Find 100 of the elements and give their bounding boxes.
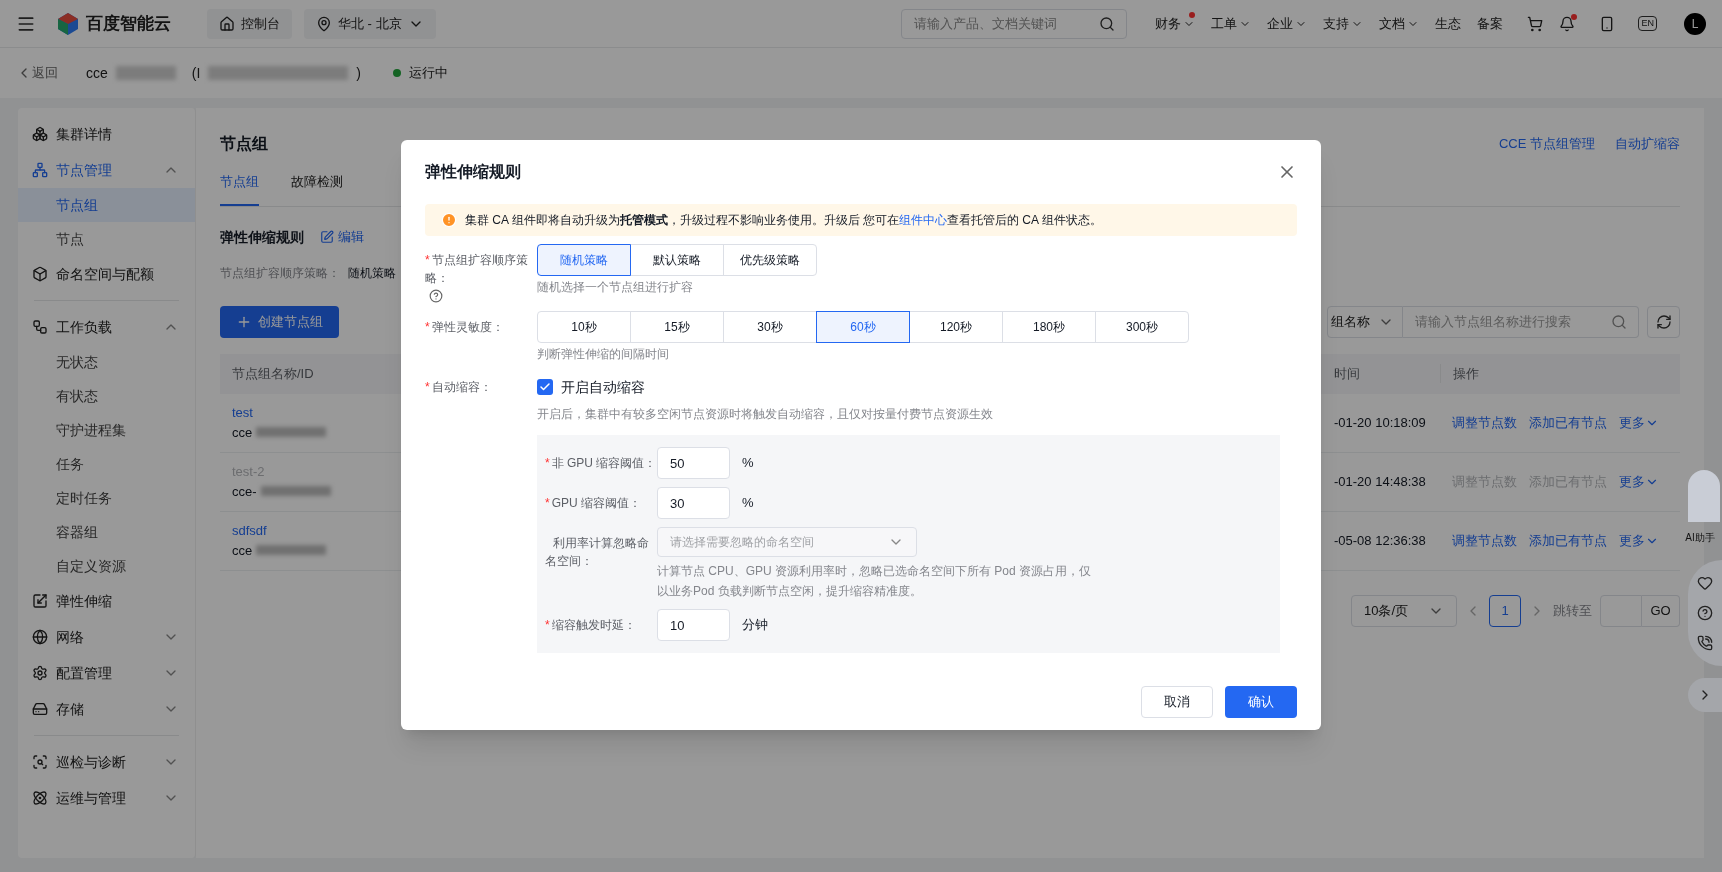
sidebar-item[interactable]: 网络 [18, 619, 195, 655]
tab[interactable]: 故障检测 [291, 172, 343, 206]
nav-menu[interactable]: 工单 [1211, 13, 1252, 34]
more-link[interactable]: 更多 [1619, 530, 1659, 551]
sidebar-item[interactable]: 配置管理 [18, 655, 195, 691]
sidebar-subitem[interactable]: 任务 [18, 447, 195, 481]
table-cell-text: -01-20 10:18:09 [1333, 413, 1427, 432]
redacted-block [260, 486, 331, 497]
header-link[interactable]: CCE 节点组管理 [1498, 134, 1595, 154]
logo-icon [56, 11, 80, 36]
cart-icon[interactable] [1527, 15, 1544, 32]
confirm-button[interactable]: 确认 [1225, 686, 1297, 718]
nav-menu[interactable]: 文档 [1379, 13, 1420, 34]
field-label: * 节点组扩容顺序策略： [425, 252, 529, 287]
bell-icon[interactable] [1559, 15, 1576, 32]
language-button[interactable]: EN [1639, 17, 1656, 30]
field-label: * 弹性灵敏度： [425, 319, 504, 336]
segment-option[interactable]: 180秒 [1002, 311, 1096, 343]
user-avatar[interactable]: L [1684, 12, 1706, 35]
sidebar-item[interactable]: 集群详情 [18, 116, 195, 152]
jump-label: 跳转至 [1553, 601, 1592, 620]
checkmark-icon [539, 381, 551, 393]
menu-item-icon [32, 701, 48, 717]
sidebar-subitem[interactable]: 容器组 [18, 515, 195, 549]
number-input[interactable]: 50 [657, 447, 730, 479]
region-select[interactable]: 华北 - 北京 [304, 8, 436, 39]
search-icon[interactable] [1611, 313, 1627, 330]
sidebar-subitem[interactable]: 定时任务 [18, 481, 195, 515]
sidebar-item[interactable]: 命名空间与配额 [18, 256, 195, 292]
sidebar-item[interactable]: 存储 [18, 691, 195, 727]
cluster-id-close: ) [356, 63, 362, 83]
sidebar-subitem[interactable]: 节点 [18, 222, 195, 256]
sidebar-item[interactable]: 巡检与诊断 [18, 744, 195, 780]
nav-menu[interactable]: 财务 [1155, 13, 1196, 34]
refresh-icon [1655, 313, 1672, 330]
segment-option[interactable]: 10秒 [537, 311, 631, 343]
nav-menu[interactable]: 支持 [1323, 13, 1364, 34]
segment-option[interactable]: 300秒 [1095, 311, 1189, 343]
field-hint: 计算节点 CPU、GPU 资源利用率时，忽略已选命名空间下所有 Pod 资源占用，仅以业务Pod 负载判断节点空闲，提升缩容精准度。 [657, 563, 1093, 600]
field-hint: 开启后，集群中有较多空闲节点资源时将触发自动缩容，且仅对按量付费节点资源生效 [537, 406, 993, 423]
segment-option[interactable]: 默认策略 [630, 244, 724, 276]
node-group-link[interactable]: test [232, 403, 383, 423]
help-icon[interactable] [1697, 605, 1713, 621]
help-icon[interactable] [429, 289, 443, 303]
node-group-id: cce [232, 423, 253, 442]
nav-menu[interactable]: 企业 [1267, 13, 1308, 34]
segment-option[interactable]: 15秒 [630, 311, 724, 343]
sidebar-item[interactable]: 节点管理 [18, 152, 195, 188]
node-group-link[interactable]: sdfsdf [232, 521, 383, 541]
field-hint: 判断弹性伸缩的间隔时间 [537, 346, 670, 363]
phone-icon[interactable] [1697, 635, 1713, 651]
nav-menu[interactable]: 备案 [1477, 13, 1504, 34]
field-label: * 自动缩容： [425, 379, 492, 396]
sidebar-item[interactable]: 工作负载 [18, 309, 195, 345]
cancel-button[interactable]: 取消 [1141, 686, 1213, 718]
refresh-button[interactable] [1647, 305, 1680, 338]
heart-icon[interactable] [1697, 575, 1713, 591]
checkbox-label: 开启自动缩容 [561, 377, 645, 397]
warning-icon [441, 212, 457, 228]
sidebar-subitem[interactable]: 无状态 [18, 345, 195, 379]
unit-label: % [742, 454, 754, 473]
sidebar-subitem[interactable]: 节点组 [18, 188, 195, 222]
more-link[interactable]: 更多 [1619, 412, 1659, 433]
number-input[interactable]: 30 [657, 487, 730, 519]
tab[interactable]: 节点组 [220, 172, 259, 206]
search-icon[interactable] [1099, 15, 1116, 32]
search-field[interactable]: 请输入产品、文档关键词 [901, 8, 1128, 39]
action-link[interactable]: 添加已有节点 [1529, 530, 1607, 551]
segment-option[interactable]: 随机策略 [537, 244, 631, 276]
segment-option[interactable]: 60秒 [816, 311, 910, 343]
segment-option[interactable]: 优先级策略 [723, 244, 817, 276]
redacted-block [256, 545, 327, 556]
page-size-select[interactable]: 10条/页 [1351, 594, 1457, 627]
sidebar-item[interactable]: 弹性伸缩 [18, 583, 195, 619]
header-link[interactable]: 自动扩缩容 [1615, 134, 1680, 154]
nav-menu[interactable]: 生态 [1435, 13, 1462, 34]
checkbox[interactable] [537, 379, 553, 395]
back-link[interactable]: 返回 [16, 63, 58, 83]
node-group-id: cce- [232, 482, 257, 501]
action-link[interactable]: 调整节点数 [1452, 530, 1517, 551]
go-button[interactable]: GO [1642, 594, 1680, 627]
menu-item-icon [32, 162, 48, 178]
table-cell-text: -01-20 14:48:38 [1333, 472, 1427, 491]
component-center-link[interactable]: 组件中心 [899, 213, 948, 227]
column-header: 操作 [1440, 363, 1680, 384]
sidebar-subitem[interactable]: 守护进程集 [18, 413, 195, 447]
sidebar-item[interactable]: 运维与管理 [18, 780, 195, 816]
edit-link[interactable]: 编辑 [320, 227, 364, 247]
segment-option[interactable]: 120秒 [909, 311, 1003, 343]
menu-item-icon [32, 754, 48, 770]
action-link[interactable]: 调整节点数 [1452, 412, 1517, 433]
create-button[interactable]: 创建节点组 [220, 305, 339, 338]
page-button[interactable]: 1 [1489, 594, 1521, 627]
field-label: * 非 GPU 缩容阈值： [545, 455, 657, 472]
cluster-name: cce [86, 63, 108, 83]
sidebar-subitem[interactable]: 自定义资源 [18, 549, 195, 583]
action-link[interactable]: 添加已有节点 [1529, 412, 1607, 433]
console-button[interactable]: 控制台 [207, 8, 292, 39]
number-input[interactable]: 10 [657, 609, 730, 641]
sidebar-subitem[interactable]: 有状态 [18, 379, 195, 413]
